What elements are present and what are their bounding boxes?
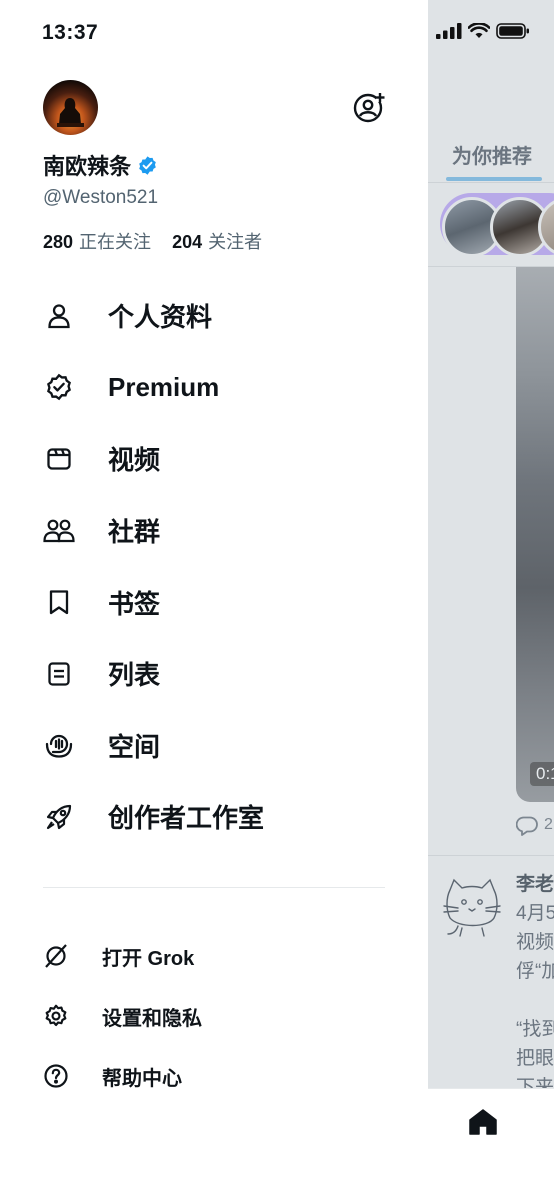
tab-divider: [428, 182, 554, 183]
gear-icon: [43, 1003, 69, 1029]
video-duration: 0:1: [530, 762, 554, 786]
display-name-text: 南欧辣条: [43, 154, 132, 179]
menu-label: 打开 Grok: [102, 947, 195, 970]
wifi-icon: [468, 23, 490, 38]
menu-item-creator-studio[interactable]: 创作者工作室: [0, 781, 428, 853]
reply-count: 2: [544, 816, 553, 833]
post-line: 4月5: [516, 903, 554, 924]
verified-badge-icon: [137, 155, 158, 176]
display-name[interactable]: 南欧辣条: [43, 149, 158, 181]
live-avatars-strip[interactable]: [440, 193, 554, 257]
help-icon: [43, 1063, 69, 1089]
menu-item-premium[interactable]: Premium: [0, 352, 428, 424]
menu-label: 书签: [108, 588, 161, 619]
menu-item-grok[interactable]: 打开 Grok: [0, 926, 428, 986]
follow-stats: 280 正在关注 204 关注者: [43, 228, 278, 254]
menu-label: 帮助中心: [102, 1067, 182, 1090]
system-status-icons: [436, 23, 530, 39]
menu-item-profile[interactable]: 个人资料: [0, 280, 428, 352]
following-label: 正在关注: [79, 232, 152, 252]
post-line: [516, 986, 554, 1015]
add-account-icon[interactable]: [352, 90, 386, 124]
menu-item-bookmarks[interactable]: 书签: [0, 566, 428, 638]
background-timeline[interactable]: 为你推荐 0:1 2 李老 4月5 视频 俘“加 “找到 把眼 下来: [428, 0, 554, 1200]
communities-icon: [43, 515, 75, 547]
menu-item-communities[interactable]: 社群: [0, 495, 428, 567]
menu-label: 社群: [108, 517, 161, 548]
rocket-icon: [43, 801, 75, 833]
tab-for-you[interactable]: 为你推荐: [452, 140, 532, 169]
menu-item-spaces[interactable]: 空间: [0, 710, 428, 782]
avatar[interactable]: [43, 80, 98, 135]
menu-label: 创作者工作室: [108, 803, 265, 834]
post-line: 视频: [516, 932, 554, 953]
menu-label: 设置和隐私: [102, 1007, 202, 1030]
post-divider: [428, 855, 554, 856]
drawer-menu: 个人资料 Premium 视频 社群 书签 列表 空间 创作者工作室: [0, 280, 428, 853]
menu-item-video[interactable]: 视频: [0, 423, 428, 495]
post-line: 俘“加: [516, 961, 554, 982]
followers-count: 204: [172, 232, 203, 252]
secondary-menu: 打开 Grok 设置和隐私 帮助中心: [0, 926, 428, 1106]
following-link[interactable]: 280 正在关注: [43, 232, 151, 252]
video-thumbnail[interactable]: [516, 267, 554, 802]
menu-label: 个人资料: [108, 302, 213, 333]
post-line: “找到: [516, 1019, 554, 1040]
grok-icon: [43, 943, 69, 969]
spaces-icon: [43, 729, 75, 761]
status-time: 13:37: [42, 21, 99, 44]
bottom-tab-bar: [428, 1088, 554, 1200]
menu-divider: [43, 887, 385, 888]
cellular-signal-icon: [436, 23, 462, 39]
menu-item-settings[interactable]: 设置和隐私: [0, 986, 428, 1046]
list-icon: [43, 658, 75, 690]
menu-label: 空间: [108, 731, 161, 762]
menu-item-help[interactable]: 帮助中心: [0, 1046, 428, 1106]
menu-label: 视频: [108, 445, 161, 476]
bookmark-icon: [43, 586, 75, 618]
video-icon: [43, 443, 75, 475]
menu-label: Premium: [108, 371, 220, 402]
menu-item-lists[interactable]: 列表: [0, 638, 428, 710]
post-author: 李老: [516, 874, 554, 895]
followers-label: 关注者: [208, 232, 263, 252]
side-drawer: 13:37 南欧辣条 @Weston521 280 正在关注 204 关注者 个…: [0, 0, 428, 1200]
cat-avatar-icon[interactable]: [440, 876, 504, 938]
menu-label: 列表: [108, 660, 161, 691]
home-icon[interactable]: [468, 1107, 498, 1137]
following-count: 280: [43, 232, 74, 252]
reply-icon[interactable]: [516, 816, 538, 836]
followers-link[interactable]: 204 关注者: [172, 232, 262, 252]
battery-icon: [496, 23, 529, 39]
user-handle: @Weston521: [43, 187, 159, 208]
active-tab-indicator: [446, 177, 542, 181]
verified-badge-icon: [43, 371, 75, 403]
person-icon: [43, 300, 75, 332]
post-line: 把眼: [516, 1048, 554, 1069]
post-text[interactable]: 李老 4月5 视频 俘“加 “找到 把眼 下来: [516, 870, 554, 1102]
